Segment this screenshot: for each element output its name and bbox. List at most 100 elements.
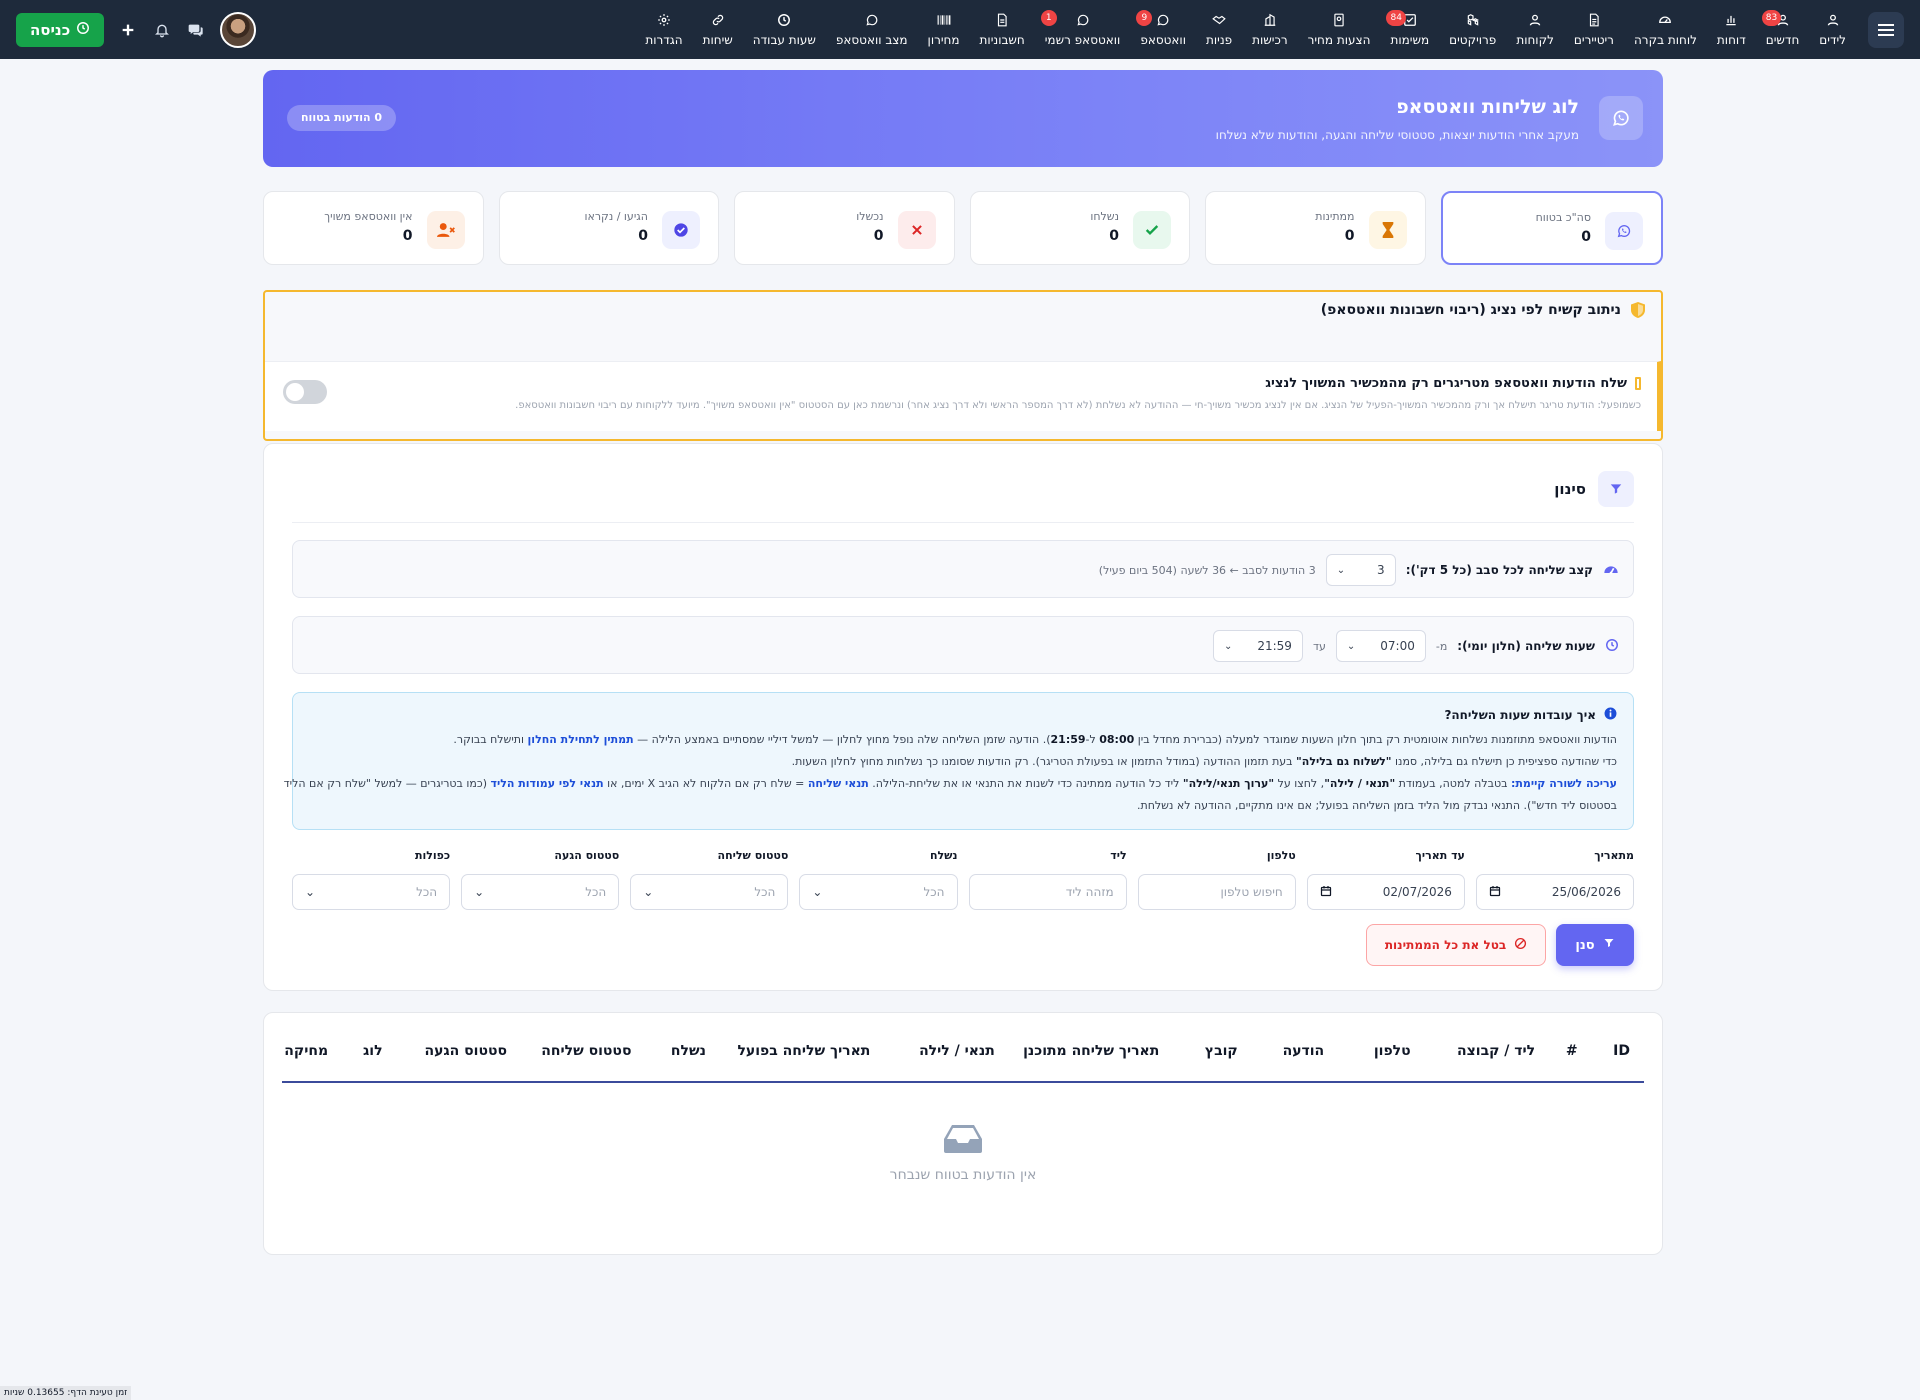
nav-item-2[interactable]: דוחות: [1707, 0, 1756, 59]
send-rate-select[interactable]: 3 ⌄: [1325, 554, 1396, 586]
filter-field-select[interactable]: הכל ⌄: [630, 874, 789, 910]
filter-field-value: מזהה ליד: [1065, 885, 1114, 899]
table-column-header[interactable]: סטטוס הגעה: [411, 1043, 521, 1081]
nav-item-1[interactable]: חדשים 83: [1756, 0, 1810, 59]
table-column-header[interactable]: קובץ: [1188, 1043, 1252, 1081]
filter-field-text[interactable]: חיפוש טלפון: [1137, 874, 1296, 910]
filter-field-labels: מתאריך עד תאריך טלפון ליד נשלח סטטוס שליחה סטט…: [292, 849, 1634, 865]
table-column-header[interactable]: תאריך שליחה מתוכנן: [1023, 1043, 1173, 1081]
nav-item-18[interactable]: הגדרות: [635, 0, 692, 59]
whatsapp-icon: [1156, 13, 1170, 27]
plus-icon[interactable]: [118, 20, 138, 40]
filter-field-label: נשלח: [929, 849, 958, 862]
filter-field-select[interactable]: הכל ⌄: [292, 874, 451, 910]
nav-item-15[interactable]: מצב וואטסאפ: [826, 0, 918, 59]
table-column-header[interactable]: תנאי / לילה: [899, 1043, 1009, 1081]
shield-icon: [1629, 301, 1647, 319]
send-hours-label: שעות שליחה (חלון יומי):: [1457, 639, 1595, 653]
table-column-header[interactable]: ליד / קבוצה: [1439, 1043, 1549, 1081]
bell-icon[interactable]: [152, 20, 172, 40]
handshake-icon: [1212, 13, 1226, 27]
filter-field-date[interactable]: 25/06/2026: [1475, 874, 1634, 910]
stat-card-2[interactable]: נשלחו 0: [969, 191, 1190, 265]
filter-field-value: חיפוש טלפון: [1220, 885, 1283, 899]
nav-item-label: מצב וואטסאפ: [835, 32, 908, 47]
table-column-header[interactable]: נשלח: [660, 1043, 720, 1081]
bar-chart-icon: [1724, 13, 1738, 27]
filter-field-select[interactable]: הכל ⌄: [461, 874, 620, 910]
filter-field-text[interactable]: מזהה ליד: [968, 874, 1127, 910]
table-column-header[interactable]: טלפון: [1353, 1043, 1425, 1081]
stat-card-1[interactable]: ממתינות 0: [1205, 191, 1426, 265]
check-icon: [1133, 211, 1171, 249]
filter-field-select[interactable]: הכל ⌄: [799, 874, 958, 910]
nav-item-17[interactable]: שיחות: [693, 0, 743, 59]
nav-item-3[interactable]: לוחות בקרה: [1624, 0, 1707, 59]
stat-label: אין וואטסאפ משויך: [324, 210, 413, 223]
nav-item-5[interactable]: לקוחות: [1506, 0, 1564, 59]
nav-item-4[interactable]: ריטיירים: [1564, 0, 1624, 59]
stat-value: 0: [402, 228, 413, 244]
hours-to-select[interactable]: 21:59 ⌄: [1212, 630, 1303, 662]
nav-item-label: משימות: [1390, 32, 1430, 47]
file-lines-icon: [1587, 13, 1601, 27]
table-column-header[interactable]: הודעה: [1266, 1043, 1338, 1081]
chevron-down-icon: ⌄: [305, 885, 316, 899]
nav-item-16[interactable]: שעות עבודה: [743, 0, 826, 59]
filter-field-date[interactable]: 02/07/2026: [1306, 874, 1465, 910]
nav-item-7[interactable]: משימות 84: [1380, 0, 1439, 59]
filter-panel: סינון קצב שליחה לכל סבב (כל 5 דק'): 3 ⌄ …: [263, 443, 1663, 991]
stat-value: 0: [1109, 228, 1119, 244]
nav-badge: 9: [1136, 10, 1153, 26]
nav-item-11[interactable]: וואטסאפ 9: [1130, 0, 1196, 59]
table-column-header[interactable]: סטטוס שליחה: [535, 1043, 645, 1081]
nav-item-14[interactable]: מחירון: [918, 0, 970, 59]
send-hours-info: איך עובדות שעות השליחה? הודעות וואטסאפ מ…: [284, 692, 1634, 830]
nav-item-8[interactable]: הצעות מחיר: [1298, 0, 1381, 59]
hours-from-value: 07:00: [1380, 639, 1415, 653]
nav-item-6[interactable]: פרויקטים: [1439, 0, 1506, 59]
nav-item-9[interactable]: רכישות: [1242, 0, 1297, 59]
barcode-icon: [937, 13, 951, 27]
nav-item-label: דוחות: [1716, 32, 1746, 47]
cancel-all-pending-button[interactable]: בטל את כל הממתינות: [1366, 924, 1546, 966]
chevron-down-icon: ⌄: [1346, 640, 1356, 652]
routing-title: ניתוב קשיח לפי נציג (ריבוי חשבונות וואטס…: [1320, 302, 1621, 318]
stat-card-3[interactable]: נכשלו 0: [734, 191, 955, 265]
hours-from-select[interactable]: 07:00 ⌄: [1335, 630, 1426, 662]
table-column-header[interactable]: ID: [1606, 1043, 1644, 1081]
stat-card-0[interactable]: סה"כ בטווח 0: [1440, 191, 1663, 265]
stat-value: 0: [1344, 228, 1355, 244]
stat-card-4[interactable]: הגיעו / נקראו 0: [498, 191, 719, 265]
nav-item-0[interactable]: לידים: [1809, 0, 1856, 59]
routing-toggle-switch[interactable]: [283, 380, 327, 404]
chat-icon[interactable]: [186, 20, 206, 40]
table-column-header[interactable]: #: [1564, 1043, 1592, 1081]
nav-item-12[interactable]: וואטסאפ רשמי 1: [1035, 0, 1131, 59]
nav-item-10[interactable]: פניות: [1196, 0, 1242, 59]
info-line-4: בסטטוס ליד חדש"). התנאי נבדק מול הליד בז…: [1137, 799, 1617, 812]
calendar-icon[interactable]: [1320, 885, 1332, 900]
gauge-icon: [1658, 13, 1672, 27]
table-column-header[interactable]: מחיקה: [282, 1043, 342, 1081]
table-column-header[interactable]: תאריך שליחה בפועל: [734, 1043, 884, 1081]
routing-toggle-title: שלח הודעות וואטסאפ מטריגרים רק מהמכשיר ה…: [1265, 376, 1627, 391]
checkin-button[interactable]: כניסה: [16, 12, 105, 47]
agent-routing-section: ניתוב קשיח לפי נציג (ריבוי חשבונות וואטס…: [263, 290, 1663, 441]
menu-icon: [1878, 29, 1894, 31]
stat-card-5[interactable]: אין וואטסאפ משויך 0: [263, 191, 484, 265]
calendar-icon[interactable]: [1489, 885, 1501, 900]
messages-table: ID # ליד / קבוצה טלפון הודעה קובץ תאריך שליחה …: [263, 1012, 1663, 1255]
hamburger-menu-button[interactable]: [1868, 12, 1904, 48]
nav-badge: 1: [1040, 10, 1057, 26]
stats-cards: סה"כ בטווח 0 ממתינות 0 נשלחו 0 נכשלו 0 הגיעו / נ…: [263, 191, 1663, 265]
inbox-icon: [944, 1123, 982, 1157]
user-avatar[interactable]: [220, 11, 257, 48]
info-line-1: הודעות וואטסאפ מתוזמנות נשלחות אוטומטית …: [453, 733, 1617, 746]
filter-button[interactable]: סנן: [1556, 924, 1634, 966]
user-x-icon: [426, 211, 465, 249]
table-column-header[interactable]: לוג: [357, 1043, 397, 1081]
nav-item-label: חשבוניות: [979, 32, 1025, 47]
speedometer-icon: [1603, 562, 1619, 579]
nav-item-13[interactable]: חשבוניות: [970, 0, 1035, 59]
